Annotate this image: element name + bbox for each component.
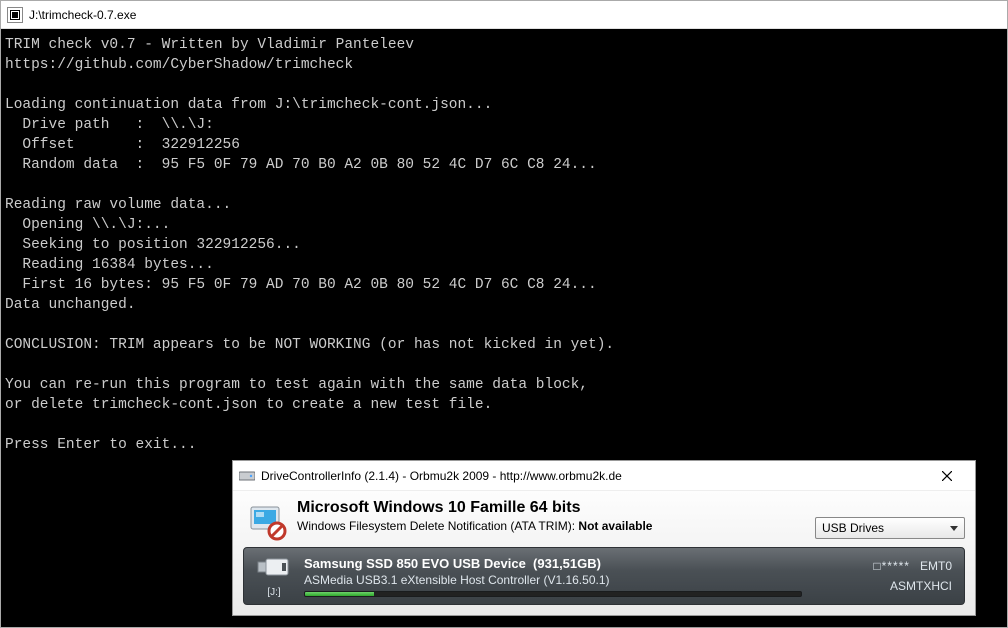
- firmware-label: EMT0: [920, 559, 952, 573]
- trim-status-line: Windows Filesystem Delete Notification (…: [297, 519, 815, 533]
- trim-label: Windows Filesystem Delete Notification (…: [297, 519, 575, 533]
- drive-app-icon: [239, 468, 255, 484]
- drive-type-dropdown[interactable]: USB Drives: [815, 517, 965, 539]
- dci-title: DriveControllerInfo (2.1.4) - Orbmu2k 20…: [261, 469, 927, 483]
- device-name: Samsung SSD 850 EVO USB Device: [304, 556, 526, 571]
- device-row[interactable]: [J:] Samsung SSD 850 EVO USB Device (931…: [243, 547, 965, 605]
- drive-type-value: USB Drives: [822, 521, 884, 535]
- trim-status: Not available: [578, 519, 652, 533]
- device-name-line: Samsung SSD 850 EVO USB Device (931,51GB…: [304, 556, 802, 571]
- device-right-column: □***** EMT0 ASMTXHCI: [812, 559, 952, 593]
- os-text-block: Microsoft Windows 10 Famille 64 bits Win…: [297, 499, 815, 533]
- close-button[interactable]: [927, 462, 967, 490]
- close-icon: [942, 471, 952, 481]
- device-thumb: [J:]: [252, 554, 296, 598]
- smart-rating: □*****: [873, 559, 910, 573]
- driver-label: ASMTXHCI: [812, 579, 952, 593]
- drive-letter: [J:]: [252, 587, 296, 598]
- drivecontrollerinfo-window: DriveControllerInfo (2.1.4) - Orbmu2k 20…: [232, 460, 976, 616]
- windows-drive-icon: [247, 501, 287, 541]
- device-size: (931,51GB): [533, 556, 601, 571]
- console-title: J:\trimcheck-0.7.exe: [29, 8, 136, 22]
- usb-drive-icon: [256, 554, 292, 580]
- usage-bar-fill: [305, 592, 374, 596]
- dci-header-row: Microsoft Windows 10 Famille 64 bits Win…: [243, 499, 965, 541]
- console-titlebar[interactable]: J:\trimcheck-0.7.exe: [1, 1, 1007, 29]
- usage-bar: [304, 591, 802, 597]
- device-controller: ASMedia USB3.1 eXtensible Host Controlle…: [304, 573, 802, 587]
- dci-titlebar[interactable]: DriveControllerInfo (2.1.4) - Orbmu2k 20…: [233, 461, 975, 491]
- dci-body: Microsoft Windows 10 Famille 64 bits Win…: [233, 491, 975, 615]
- device-info: Samsung SSD 850 EVO USB Device (931,51GB…: [304, 556, 802, 597]
- console-app-icon: [7, 7, 23, 23]
- os-title: Microsoft Windows 10 Famille 64 bits: [297, 499, 815, 517]
